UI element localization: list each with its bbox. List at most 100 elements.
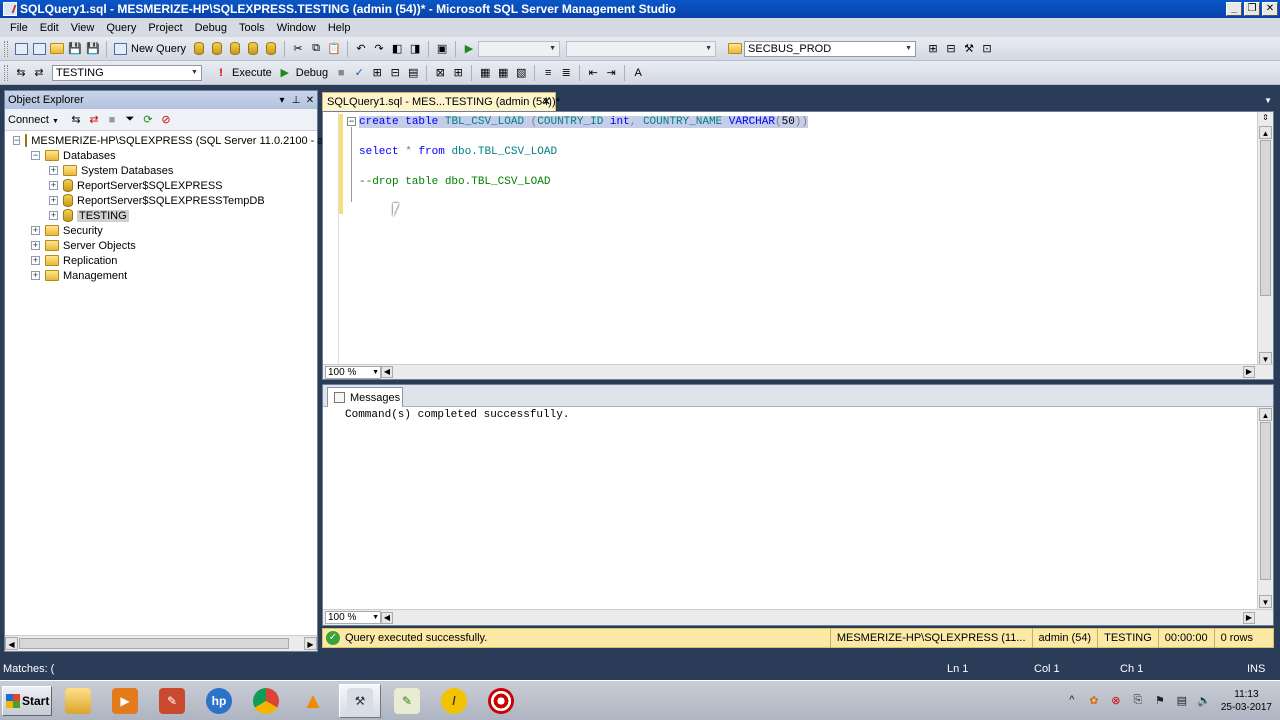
tree-node-management[interactable]: + Management: [5, 268, 317, 283]
start-debug-icon[interactable]: ▶: [461, 41, 477, 57]
refresh-icon[interactable]: ⟳: [140, 112, 156, 128]
taskbar-vlc[interactable]: ▲: [292, 684, 334, 718]
expand-icon[interactable]: +: [31, 241, 40, 250]
save-icon[interactable]: 💾: [67, 41, 83, 57]
menu-edit[interactable]: Edit: [34, 22, 65, 34]
taskbar-notepad[interactable]: ✎: [386, 684, 428, 718]
expand-icon[interactable]: +: [49, 196, 58, 205]
results-to-file-icon[interactable]: ▧: [513, 65, 529, 81]
properties-icon[interactable]: ⊟: [943, 41, 959, 57]
connect-object-icon[interactable]: ⇆: [68, 112, 84, 128]
expand-icon[interactable]: +: [31, 271, 40, 280]
copy-icon[interactable]: ⧉: [308, 41, 324, 57]
stop-icon[interactable]: ■: [104, 112, 120, 128]
undo-icon[interactable]: ↶: [353, 41, 369, 57]
disconnect-icon[interactable]: ⇄: [31, 65, 47, 81]
tree-node-testing[interactable]: + TESTING: [5, 208, 317, 223]
debug-icon[interactable]: ▶: [277, 65, 293, 81]
network-icon[interactable]: ▤: [1175, 694, 1189, 708]
parse-icon[interactable]: ✓: [351, 65, 367, 81]
active-files-dropdown-icon[interactable]: ▼: [1264, 96, 1272, 105]
find-in-files-icon[interactable]: [727, 41, 743, 57]
disconnect-object-icon[interactable]: ⇄: [86, 112, 102, 128]
antivirus-icon[interactable]: ⊗: [1109, 694, 1123, 708]
decrease-indent-icon[interactable]: ⇤: [585, 65, 601, 81]
clock[interactable]: 11:13 25-03-2017: [1221, 688, 1272, 714]
execute-icon[interactable]: !: [213, 65, 229, 81]
query-editor[interactable]: − create table TBL_CSV_LOAD (COUNTRY_ID …: [322, 111, 1274, 380]
pin-icon[interactable]: ⊥: [289, 95, 303, 106]
object-explorer-hscrollbar[interactable]: ◀ ▶: [5, 635, 317, 651]
new-project-icon[interactable]: [13, 41, 29, 57]
menu-tools[interactable]: Tools: [233, 22, 271, 34]
app-tray-icon[interactable]: ✿: [1087, 694, 1101, 708]
debug-button[interactable]: Debug: [296, 67, 328, 79]
editor-vscrollbar[interactable]: ⇕ ▲ ▼: [1257, 112, 1273, 366]
solution-explorer-icon[interactable]: ⊞: [925, 41, 941, 57]
intellisense-icon[interactable]: ⊠: [432, 65, 448, 81]
menu-help[interactable]: Help: [322, 22, 357, 34]
tree-node-security[interactable]: + Security: [5, 223, 317, 238]
navigate-forward-icon[interactable]: ◨: [407, 41, 423, 57]
solution-config-combo[interactable]: ▼: [478, 40, 561, 57]
tab-messages[interactable]: Messages: [327, 387, 403, 407]
new-query-button[interactable]: New Query: [131, 43, 186, 55]
taskbar-file-explorer[interactable]: [57, 684, 99, 718]
add-item-icon[interactable]: [31, 41, 47, 57]
connect-dropdown[interactable]: Connect ▼: [8, 114, 59, 126]
taskbar-tool-app[interactable]: /: [433, 684, 475, 718]
scroll-down-icon[interactable]: ▼: [1259, 595, 1272, 608]
volume-icon[interactable]: 🔈: [1197, 694, 1211, 708]
start-button[interactable]: Start: [2, 685, 52, 716]
redo-icon[interactable]: ↷: [371, 41, 387, 57]
tree-node-system-databases[interactable]: + System Databases: [5, 163, 317, 178]
taskbar-ssms[interactable]: ⚒: [339, 683, 381, 718]
activity-monitor-icon[interactable]: ▣: [434, 41, 450, 57]
database-combo[interactable]: TESTING ▼: [52, 64, 202, 81]
paste-icon[interactable]: 📋: [326, 41, 342, 57]
splitter-icon[interactable]: ⇕: [1259, 113, 1272, 124]
save-all-icon[interactable]: 💾: [85, 41, 101, 57]
specify-values-icon[interactable]: ▤: [405, 65, 421, 81]
usb-device-icon[interactable]: ⎘: [1131, 694, 1145, 708]
uncomment-icon[interactable]: ≣: [558, 65, 574, 81]
menu-file[interactable]: File: [4, 22, 34, 34]
scroll-thumb[interactable]: [19, 638, 289, 649]
cancel-query-icon[interactable]: ■: [333, 65, 349, 81]
open-file-icon[interactable]: [49, 41, 65, 57]
outline-collapse-icon[interactable]: −: [347, 117, 356, 126]
query-designer-icon[interactable]: ⊟: [387, 65, 403, 81]
close-tab-icon[interactable]: ✕: [542, 95, 551, 108]
scroll-right-icon[interactable]: ▶: [1243, 366, 1255, 378]
tree-node-reportserver-tempdb[interactable]: + ReportServer$SQLEXPRESSTempDB: [5, 193, 317, 208]
taskbar-paint[interactable]: ✎: [151, 684, 193, 718]
expand-icon[interactable]: +: [49, 211, 58, 220]
navigate-backward-icon[interactable]: ◧: [389, 41, 405, 57]
tree-node-reportserver[interactable]: + ReportServer$SQLEXPRESS: [5, 178, 317, 193]
minimize-button[interactable]: _: [1226, 2, 1242, 16]
results-to-text-icon[interactable]: ▦: [477, 65, 493, 81]
tree-node-replication[interactable]: + Replication: [5, 253, 317, 268]
db-engine-query-icon[interactable]: [191, 41, 207, 57]
expand-icon[interactable]: +: [49, 181, 58, 190]
mdx-query-icon[interactable]: [227, 41, 243, 57]
tree-node-server-objects[interactable]: + Server Objects: [5, 238, 317, 253]
scroll-left-icon[interactable]: ◀: [381, 366, 393, 378]
toolbar-grip[interactable]: [4, 64, 8, 81]
expand-icon[interactable]: +: [31, 256, 40, 265]
activity-icon[interactable]: ⊘: [158, 112, 174, 128]
execute-button[interactable]: Execute: [232, 67, 272, 79]
specify-template-icon[interactable]: A: [630, 65, 646, 81]
scroll-right-icon[interactable]: ▶: [1243, 611, 1255, 624]
messages-vscrollbar[interactable]: ▲ ▼: [1257, 407, 1273, 609]
server-combo[interactable]: SECBUS_PROD ▼: [744, 40, 917, 57]
action-center-icon[interactable]: ⚑: [1153, 694, 1167, 708]
dmx-query-icon[interactable]: [245, 41, 261, 57]
results-to-grid-icon[interactable]: ▦: [495, 65, 511, 81]
ssms-app-icon[interactable]: [3, 2, 17, 16]
platform-combo[interactable]: ▼: [566, 40, 717, 57]
menu-project[interactable]: Project: [142, 22, 188, 34]
expand-icon[interactable]: +: [31, 226, 40, 235]
taskbar-target-app[interactable]: [480, 684, 522, 718]
cut-icon[interactable]: ✂: [290, 41, 306, 57]
